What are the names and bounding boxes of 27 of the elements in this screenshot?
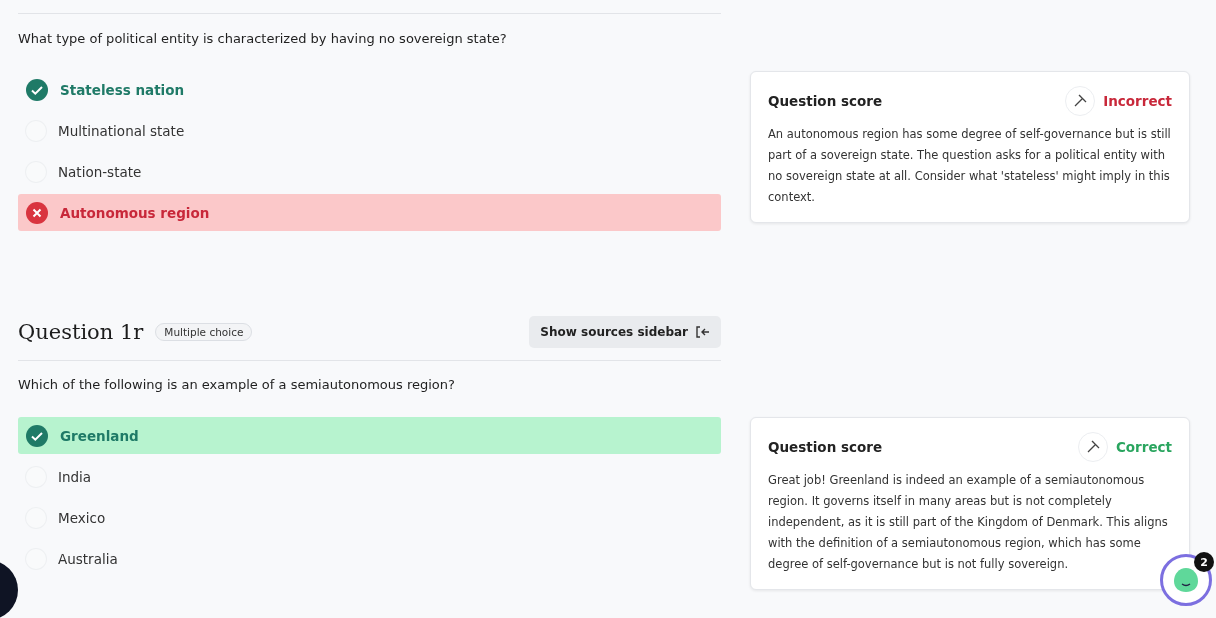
- selected-answer-option[interactable]: Greenland: [18, 417, 721, 454]
- question-text: Which of the following is an example of a semiautonomous region?: [18, 377, 456, 392]
- answer-option[interactable]: Australia: [18, 540, 721, 577]
- gavel-icon: [1085, 440, 1100, 454]
- show-sources-button[interactable]: Show sources sidebar: [529, 316, 721, 348]
- card-title: Question score: [768, 439, 883, 455]
- question-title: Question 1r: [18, 320, 144, 344]
- answer-option[interactable]: India: [18, 458, 721, 495]
- answer-option[interactable]: Stateless nation: [18, 71, 721, 108]
- gavel-icon: [1073, 94, 1088, 108]
- feedback-text: An autonomous region has some degree of self-governance but is still part of a sovereign state. The question asks for a political entity with no sovereign state at all. Consider what 'stateless' might imply in this context.: [768, 126, 1172, 206]
- answer-option[interactable]: Multinational state: [18, 112, 721, 149]
- question-text: What type of political entity is characterized by having no sovereign state?: [18, 31, 508, 46]
- cross-icon: [26, 201, 48, 224]
- check-icon: [26, 78, 48, 101]
- feedback-text: Great job! Greenland is indeed an example of a semiautonomous region. It governs itself in many areas but is not completely independent, as it is still part of the Kingdom of Denmark. This aligns with the definition of a semiautonomous region, which has some degree of self-governance but is not fully sovereign.: [768, 472, 1169, 573]
- score-verdict: Correct: [1115, 439, 1172, 455]
- check-icon: [26, 424, 48, 447]
- blob-face-icon: [1171, 565, 1201, 595]
- card-title: Question score: [768, 93, 883, 109]
- notification-badge: 2: [1194, 552, 1214, 572]
- answer-option[interactable]: Nation-state: [18, 153, 721, 190]
- question-type-badge: Multiple choice: [155, 323, 253, 341]
- sidebar-arrow-icon: [696, 326, 710, 338]
- score-verdict: Incorrect: [1103, 93, 1172, 109]
- selected-answer-option[interactable]: Autonomous region: [18, 194, 721, 231]
- answer-option[interactable]: Mexico: [18, 499, 721, 536]
